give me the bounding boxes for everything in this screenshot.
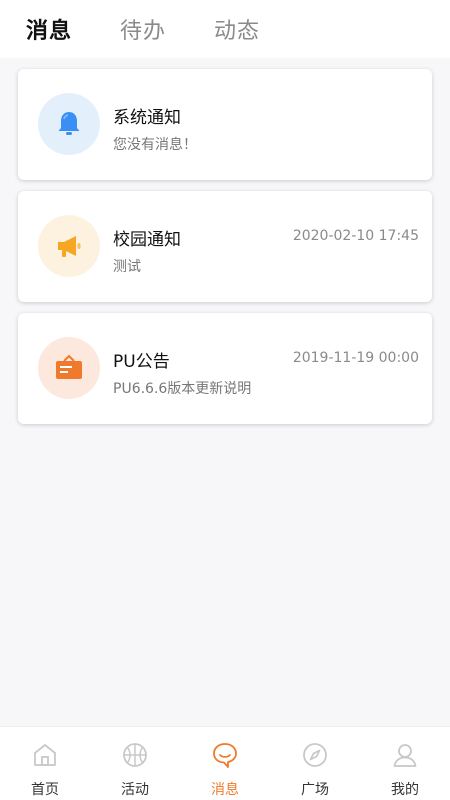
nav-home[interactable]: 首页 [0,727,90,800]
message-preview: 测试 [113,259,141,275]
messages-screen: 消息 待办 动态 系统通知 您没有消息！ 校园通知 2020-02-10 17:… [0,0,450,800]
compass-icon [303,743,327,767]
nav-label: 消息 [211,782,239,798]
top-tab-bar: 消息 待办 动态 [0,0,450,58]
notice-board-icon [38,337,100,399]
nav-square[interactable]: 广场 [270,727,360,800]
message-preview: 您没有消息！ [113,137,197,153]
nav-messages[interactable]: 消息 [180,727,270,800]
bottom-navigation: 首页 活动 消息 广场 我的 [0,726,450,800]
chat-bubble-icon [213,743,237,768]
message-time: 2020-02-10 17:45 [292,228,419,244]
tab-updates[interactable]: 动态 [214,13,260,45]
tab-messages[interactable]: 消息 [26,13,72,45]
megaphone-icon [38,215,100,277]
nav-activities[interactable]: 活动 [90,727,180,800]
nav-label: 首页 [31,782,59,798]
message-preview: PU6.6.6版本更新说明 [113,381,252,397]
home-icon [34,744,56,766]
nav-label: 广场 [301,782,329,798]
nav-profile[interactable]: 我的 [360,727,450,800]
tab-todo[interactable]: 待办 [120,13,166,45]
user-icon [393,744,417,767]
message-list: 系统通知 您没有消息！ 校园通知 2020-02-10 17:45 测试 PU公… [18,69,432,435]
message-title: PU公告 [113,352,170,372]
message-card-system[interactable]: 系统通知 您没有消息！ [18,69,432,180]
message-title: 系统通知 [113,108,181,128]
nav-label: 我的 [391,782,419,798]
message-card-announcement[interactable]: PU公告 2019-11-19 00:00 PU6.6.6版本更新说明 [18,313,432,424]
basketball-icon [123,743,147,767]
message-time: 2019-11-19 00:00 [292,350,419,366]
nav-label: 活动 [121,782,149,798]
message-title: 校园通知 [113,230,181,250]
bell-icon [38,93,100,155]
message-card-campus[interactable]: 校园通知 2020-02-10 17:45 测试 [18,191,432,302]
